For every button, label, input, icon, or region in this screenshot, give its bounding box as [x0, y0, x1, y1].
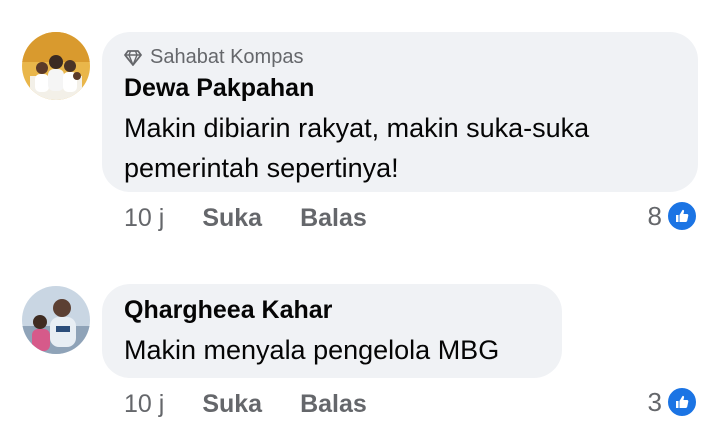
like-button[interactable]: Suka — [202, 204, 262, 233]
author-name[interactable]: Qhargheea Kahar — [124, 296, 332, 325]
author-name[interactable]: Dewa Pakpahan — [124, 74, 314, 103]
like-icon — [666, 200, 698, 232]
like-button[interactable]: Suka — [202, 390, 262, 419]
reaction-summary[interactable]: 8 — [648, 200, 698, 232]
comment-text-line: Makin dibiarin rakyat, makin suka-suka — [124, 113, 590, 143]
avatar[interactable] — [22, 32, 90, 100]
comment-actions: 10 j Suka Balas — [124, 390, 405, 419]
comment-text-line: Makin menyala pengelola MBG — [124, 335, 500, 365]
comment-text: Makin menyala pengelola MBG — [124, 330, 499, 370]
diamond-icon — [124, 49, 142, 66]
avatar[interactable] — [22, 286, 90, 354]
timestamp[interactable]: 10 j — [124, 204, 164, 233]
comment-bubble: Qhargheea Kahar Makin menyala pengelola … — [102, 284, 562, 378]
reaction-count: 8 — [647, 200, 662, 231]
reply-button[interactable]: Balas — [300, 204, 367, 233]
reply-button[interactable]: Balas — [300, 390, 367, 419]
reaction-summary[interactable]: 3 — [648, 386, 698, 418]
like-icon — [666, 386, 698, 418]
reaction-count: 3 — [647, 386, 662, 417]
timestamp[interactable]: 10 j — [124, 390, 164, 419]
comment-actions: 10 j Suka Balas — [124, 204, 405, 233]
comment-text-line: pemerintah sepertinya! — [124, 153, 399, 183]
comment-bubble: Sahabat Kompas Dewa Pakpahan Makin dibia… — [102, 32, 698, 192]
comment-text: Makin dibiarin rakyat, makin suka-suka p… — [124, 108, 589, 188]
badge-label: Sahabat Kompas — [150, 46, 304, 68]
badge: Sahabat Kompas — [124, 46, 303, 69]
